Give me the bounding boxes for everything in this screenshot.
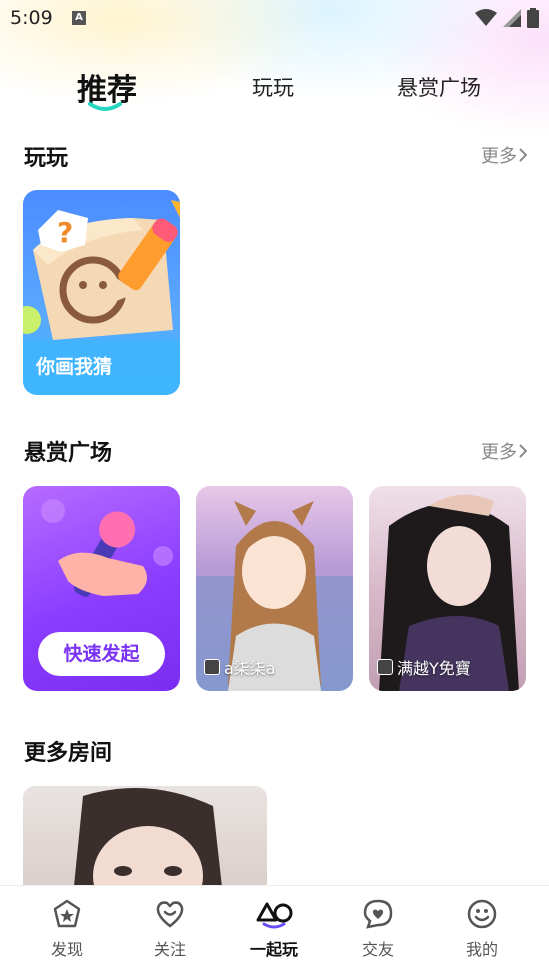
play-section-title: 玩玩 — [24, 146, 69, 171]
discover-icon — [53, 899, 81, 928]
bounty-section-title: 悬赏广场 — [24, 441, 113, 466]
microphone-illustration — [41, 499, 173, 597]
bounty-more-link[interactable]: 更多 — [481, 438, 527, 464]
status-bar: 5:09 A — [0, 0, 549, 36]
nav-discover[interactable]: 发现 — [27, 898, 107, 960]
user-name: 满越Y免寶 — [397, 659, 471, 678]
more-label: 更多 — [481, 442, 517, 463]
room-card[interactable] — [23, 786, 267, 896]
nav-label: 交友 — [361, 940, 394, 959]
play-together-icon — [256, 902, 293, 929]
user-name: a柒柒a — [224, 659, 276, 678]
user-name-tag: 满越Y免寶 — [377, 655, 471, 679]
notification-a-icon: A — [72, 11, 86, 25]
nav-label: 我的 — [465, 940, 498, 959]
user-avatar — [204, 659, 220, 675]
user-card[interactable]: 满越Y免寶 — [369, 486, 526, 691]
game-card-draw-guess[interactable]: ? 你画我猜 — [23, 190, 180, 395]
user-avatar — [377, 659, 393, 675]
nav-play-together[interactable]: 一起玩 — [234, 898, 314, 960]
status-icons — [475, 8, 539, 28]
user-name-tag: a柒柒a — [204, 655, 276, 679]
tab-bounty-square[interactable]: 悬赏广场 — [397, 72, 481, 102]
game-label: 你画我猜 — [36, 356, 113, 378]
more-rooms-title: 更多房间 — [24, 741, 113, 766]
tab-play[interactable]: 玩玩 — [252, 72, 294, 102]
svg-text:?: ? — [57, 216, 73, 249]
nav-mine[interactable]: 我的 — [442, 898, 522, 960]
room-photo — [73, 788, 223, 896]
signal-icon — [503, 9, 521, 27]
chat-heart-icon — [363, 899, 393, 929]
battery-icon — [527, 8, 539, 28]
tab-active-indicator — [88, 102, 122, 111]
wifi-icon — [475, 9, 497, 26]
top-tabs: 推荐 玩玩 悬赏广场 — [0, 62, 549, 112]
chevron-right-icon — [519, 148, 527, 162]
nav-label: 发现 — [50, 940, 83, 959]
nav-label: 关注 — [153, 940, 186, 959]
play-more-link[interactable]: 更多 — [481, 142, 527, 168]
bottom-nav: 发现 关注 一起玩 交友 我的 — [0, 885, 549, 977]
user-card[interactable]: a柒柒a — [196, 486, 353, 691]
smile-face-icon — [467, 899, 497, 929]
nav-label: 一起玩 — [249, 940, 298, 959]
status-time: 5:09 — [10, 7, 53, 29]
nav-make-friends[interactable]: 交友 — [338, 898, 418, 960]
quick-start-button[interactable]: 快速发起 — [38, 632, 165, 676]
more-label: 更多 — [481, 146, 517, 167]
chevron-right-icon — [519, 444, 527, 458]
nav-follow[interactable]: 关注 — [130, 898, 210, 960]
heart-icon — [156, 901, 184, 928]
quick-start-card[interactable]: 快速发起 — [23, 486, 180, 691]
